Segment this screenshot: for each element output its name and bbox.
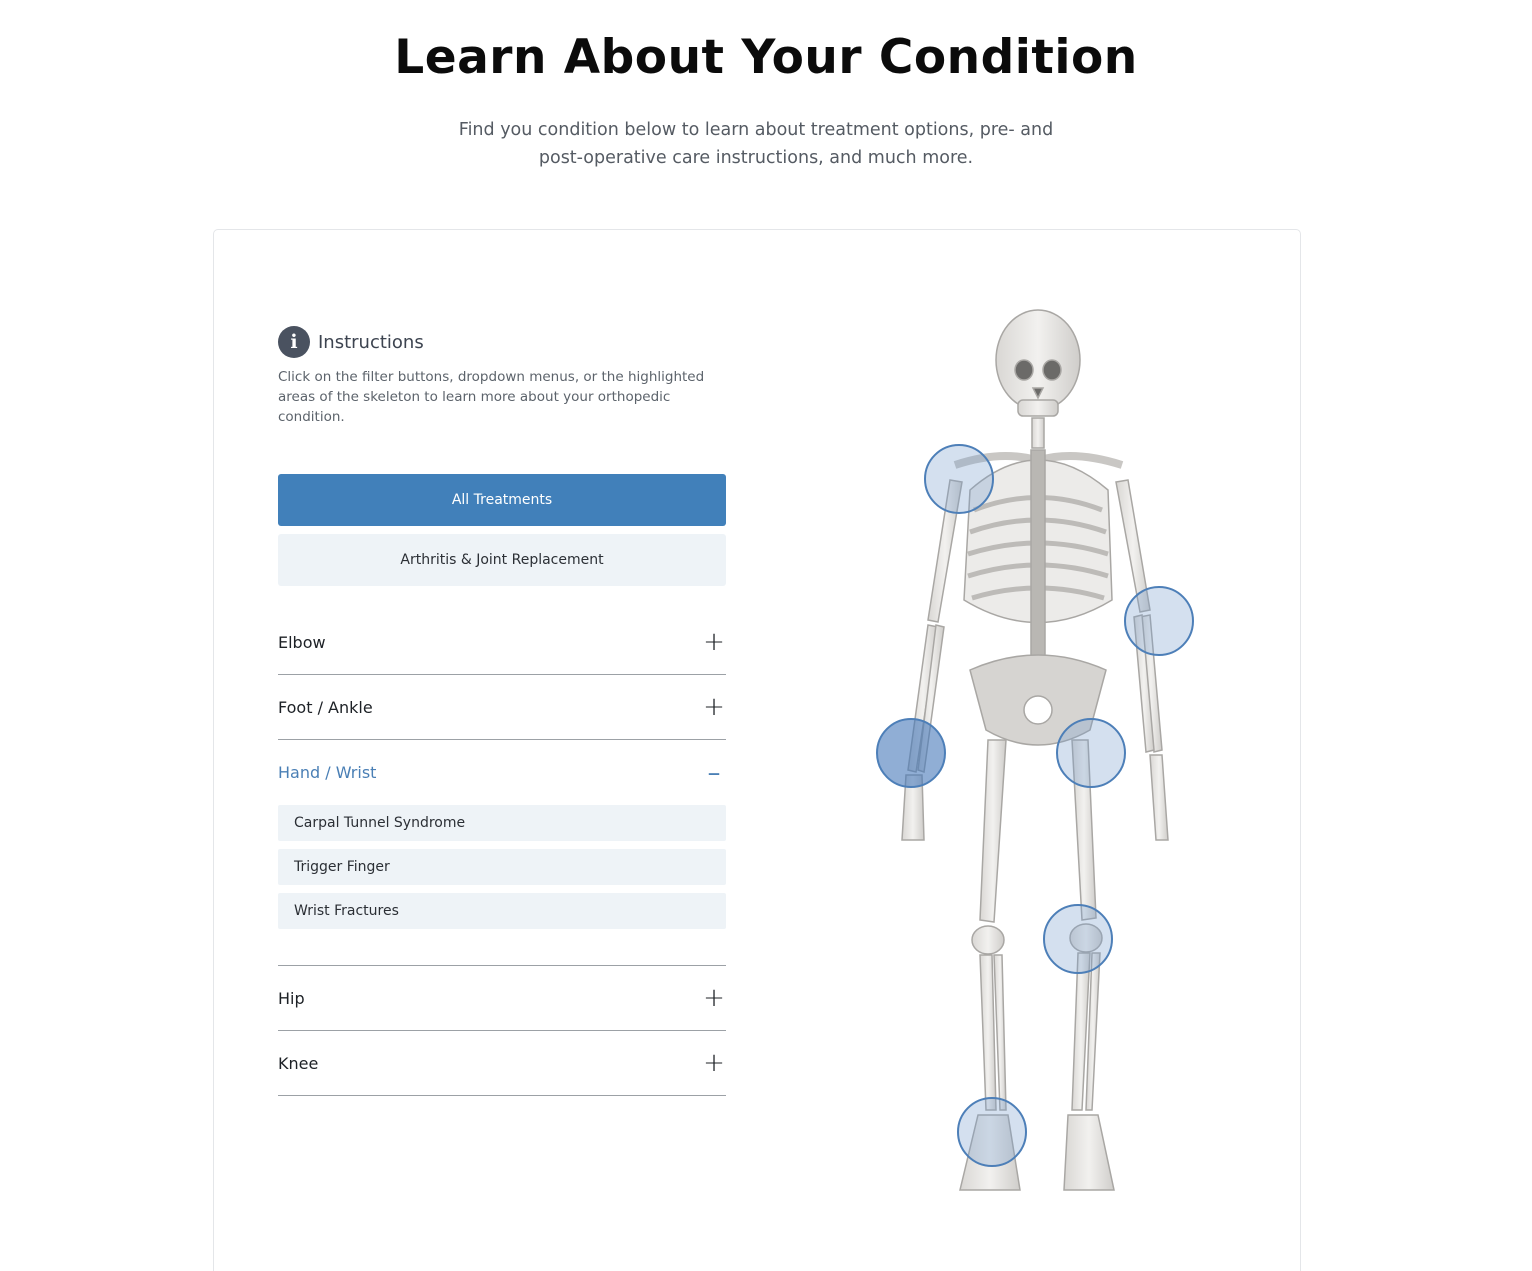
hotspot-elbow[interactable] <box>1124 586 1194 656</box>
skeleton-figure <box>850 300 1230 1220</box>
accordion-elbow[interactable]: Elbow + <box>278 610 726 675</box>
sub-item-wrist-fractures[interactable]: Wrist Fractures <box>278 893 726 929</box>
accordion-hand-wrist[interactable]: Hand / Wrist – <box>278 740 726 805</box>
accordion-label: Foot / Ankle <box>278 697 373 717</box>
plus-icon: + <box>703 627 725 657</box>
accordion: Elbow + Foot / Ankle + Hand / Wrist – Ca… <box>278 610 726 1096</box>
hotspot-foot-ankle[interactable] <box>957 1097 1027 1167</box>
instructions-header: i Instructions <box>278 325 726 359</box>
accordion-knee[interactable]: Knee + <box>278 1031 726 1096</box>
accordion-label: Hip <box>278 988 305 1008</box>
plus-icon: + <box>703 983 725 1013</box>
accordion-label: Knee <box>278 1053 319 1073</box>
hotspot-shoulder[interactable] <box>924 444 994 514</box>
plus-icon: + <box>703 692 725 722</box>
all-treatments-button[interactable]: All Treatments <box>278 474 726 526</box>
instructions-text: Click on the filter buttons, dropdown me… <box>278 369 705 425</box>
plus-icon: + <box>703 1048 725 1078</box>
sub-item-carpal-tunnel[interactable]: Carpal Tunnel Syndrome <box>278 805 726 841</box>
hotspot-knee[interactable] <box>1043 904 1113 974</box>
info-icon: i <box>278 326 310 358</box>
sub-item-trigger-finger[interactable]: Trigger Finger <box>278 849 726 885</box>
accordion-label: Hand / Wrist <box>278 763 377 782</box>
minus-icon: – <box>707 757 721 788</box>
page-subtitle: Find you condition below to learn about … <box>458 120 1054 168</box>
arthritis-joint-replacement-button[interactable]: Arthritis & Joint Replacement <box>278 534 726 586</box>
accordion-foot-ankle[interactable]: Foot / Ankle + <box>278 675 726 740</box>
page-title: Learn About Your Condition <box>394 30 1138 85</box>
accordion-label: Elbow <box>278 632 326 652</box>
hotspot-hand-wrist[interactable] <box>876 718 946 788</box>
instructions-title: Instructions <box>318 331 424 353</box>
accordion-hip[interactable]: Hip + <box>278 966 726 1031</box>
filter-panel: i Instructions Click on the filter butto… <box>278 325 726 1096</box>
hotspot-hip[interactable] <box>1056 718 1126 788</box>
hand-wrist-sublist: Carpal Tunnel Syndrome Trigger Finger Wr… <box>278 805 726 966</box>
